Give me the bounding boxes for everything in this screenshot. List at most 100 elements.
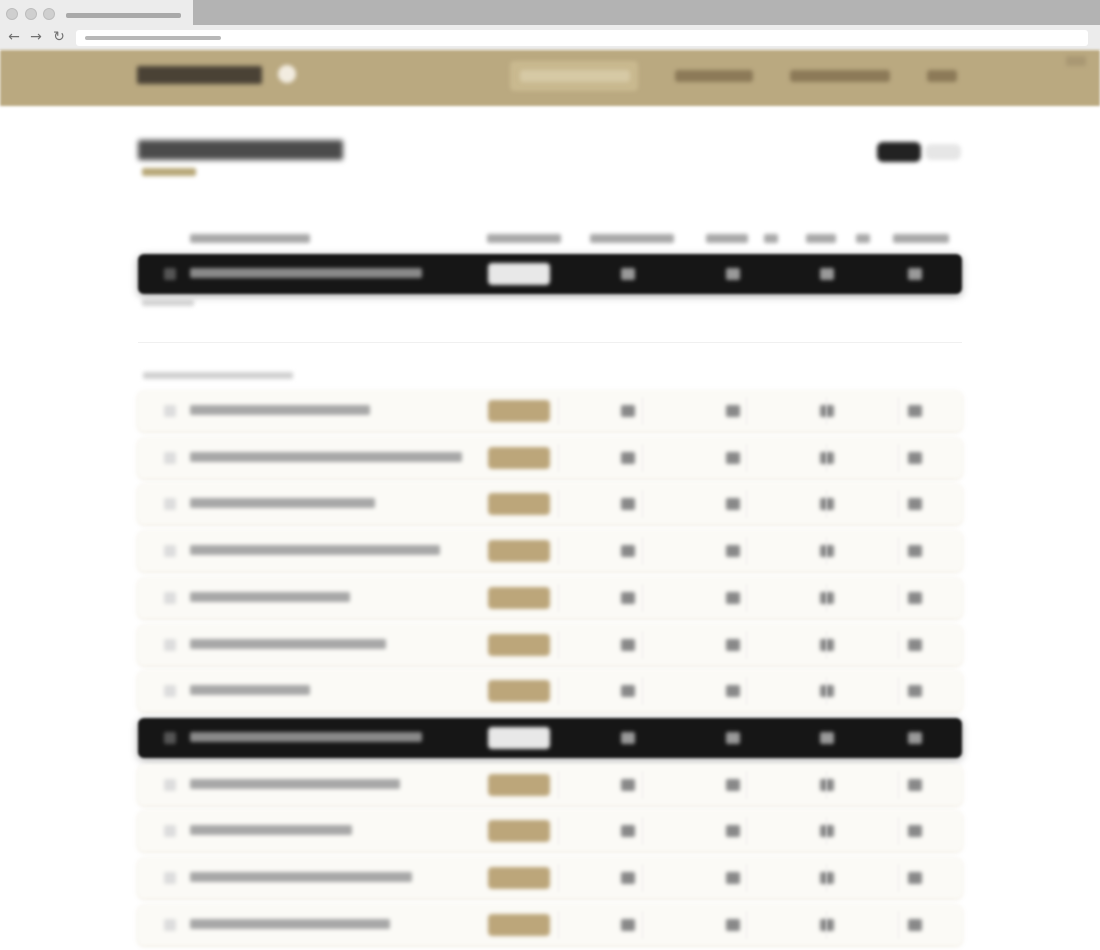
row-badge [488, 263, 550, 285]
table-row[interactable] [138, 625, 962, 665]
row-name [190, 545, 440, 555]
nav-item-3[interactable] [790, 70, 890, 82]
row-rank [164, 498, 176, 510]
forward-arrow-icon[interactable]: → [27, 28, 45, 46]
row-col-1 [621, 498, 635, 510]
row-name [190, 639, 386, 649]
row-rank [164, 919, 176, 931]
row-rank [164, 405, 176, 417]
row-col-3 [820, 732, 834, 744]
column-separator [642, 631, 643, 659]
row-col-4 [908, 825, 922, 837]
row-col-2 [726, 825, 740, 837]
table-row[interactable] [138, 765, 962, 805]
row-badge [488, 867, 550, 889]
table-row[interactable] [138, 578, 962, 618]
column-header-name[interactable] [190, 234, 310, 243]
view-toggle-option-1[interactable] [877, 142, 921, 162]
table-row[interactable] [138, 671, 962, 711]
row-name [190, 779, 400, 789]
row-col-3 [820, 872, 834, 884]
row-name [190, 592, 350, 602]
row-col-3 [820, 498, 834, 510]
column-separator [898, 677, 899, 705]
column-separator [898, 771, 899, 799]
row-col-1 [621, 405, 635, 417]
row-col-2 [726, 919, 740, 931]
row-name [190, 405, 370, 415]
column-header-3[interactable] [590, 234, 674, 243]
column-separator [746, 631, 747, 659]
row-col-2 [726, 779, 740, 791]
row-badge [488, 447, 550, 469]
column-header-4[interactable] [706, 234, 748, 243]
minimize-window-icon[interactable] [25, 8, 37, 20]
table-row[interactable] [138, 391, 962, 431]
row-badge [488, 774, 550, 796]
row-col-4 [908, 639, 922, 651]
row-badge [488, 540, 550, 562]
table-row[interactable] [138, 858, 962, 898]
row-badge [488, 400, 550, 422]
table-row[interactable] [138, 484, 962, 524]
column-header-8[interactable] [893, 234, 949, 243]
row-col-3 [820, 592, 834, 604]
column-separator [746, 537, 747, 565]
back-arrow-icon[interactable]: ← [5, 28, 23, 46]
nav-item-1[interactable] [520, 70, 630, 82]
browser-tab[interactable] [0, 0, 193, 25]
row-col-1 [621, 732, 635, 744]
site-logo[interactable] [137, 66, 262, 84]
view-toggle-option-2[interactable] [925, 144, 961, 160]
pinned-row-caption [142, 299, 194, 306]
table-row[interactable] [138, 905, 962, 945]
column-separator [642, 817, 643, 845]
row-col-1 [621, 452, 635, 464]
column-separator [558, 771, 559, 799]
column-separator [898, 911, 899, 939]
close-window-icon[interactable] [6, 8, 18, 20]
row-col-4 [908, 685, 922, 697]
table-row[interactable] [138, 811, 962, 851]
row-name [190, 919, 390, 929]
column-separator [558, 584, 559, 612]
column-separator [642, 397, 643, 425]
reload-icon[interactable]: ↻ [50, 28, 68, 46]
column-separator [898, 584, 899, 612]
table-row[interactable] [138, 438, 962, 478]
address-bar[interactable] [76, 30, 1088, 46]
row-col-3 [820, 639, 834, 651]
row-col-2 [726, 405, 740, 417]
row-col-1 [621, 685, 635, 697]
row-name [190, 268, 422, 278]
column-header-7[interactable] [856, 234, 870, 243]
row-col-1 [621, 779, 635, 791]
nav-item-2[interactable] [675, 70, 753, 82]
page-title [138, 140, 343, 160]
row-col-4 [908, 592, 922, 604]
row-rank [164, 545, 176, 557]
pinned-table-row[interactable] [138, 254, 962, 294]
column-separator [746, 584, 747, 612]
row-col-2 [726, 639, 740, 651]
column-separator [642, 911, 643, 939]
column-separator [642, 771, 643, 799]
row-badge [488, 680, 550, 702]
column-header-6[interactable] [806, 234, 836, 243]
column-separator [642, 537, 643, 565]
column-header-2[interactable] [487, 234, 561, 243]
row-col-3 [820, 779, 834, 791]
table-row[interactable] [138, 718, 962, 758]
column-header-5[interactable] [764, 234, 778, 243]
column-separator [826, 817, 827, 845]
row-col-3 [820, 919, 834, 931]
row-name [190, 685, 310, 695]
nav-item-4[interactable] [927, 70, 957, 82]
maximize-window-icon[interactable] [43, 8, 55, 20]
row-col-3 [820, 825, 834, 837]
column-separator [898, 537, 899, 565]
table-row[interactable] [138, 531, 962, 571]
column-separator [898, 444, 899, 472]
row-name [190, 872, 412, 882]
account-icon[interactable] [1066, 56, 1086, 66]
